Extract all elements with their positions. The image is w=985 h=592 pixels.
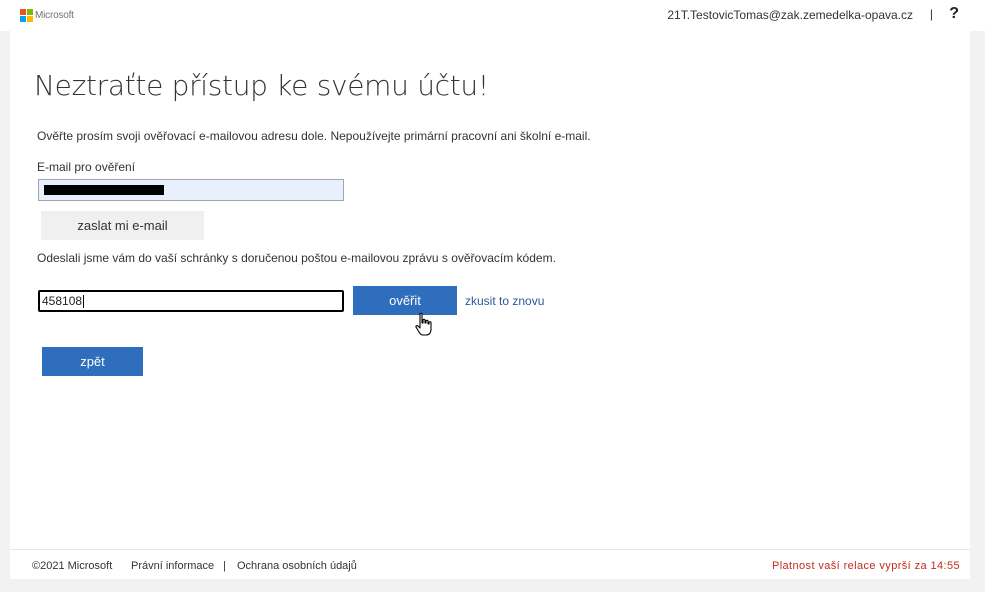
verification-email-input[interactable] (38, 179, 344, 201)
retry-link[interactable]: zkusit to znovu (465, 294, 544, 308)
instructions-text: Ověřte prosím svoji ověřovací e-mailovou… (37, 129, 591, 143)
privacy-link[interactable]: Ochrana osobních údajů (237, 560, 357, 572)
page-title: Neztraťte přístup ke svému účtu! (34, 69, 489, 102)
header-separator: | (929, 7, 933, 21)
copyright: ©2021 Microsoft (32, 560, 113, 572)
back-button[interactable]: zpět (42, 347, 143, 376)
user-email: 21T.TestovicTomas@zak.zemedelka-opava.cz (667, 8, 913, 22)
microsoft-logo-icon (20, 9, 33, 22)
sent-message: Odeslali jsme vám do vaší schránky s dor… (37, 251, 556, 265)
help-button[interactable]: ? (949, 5, 959, 23)
top-bar: Microsoft 21T.TestovicTomas@zak.zemedelk… (0, 0, 985, 31)
microsoft-logo: Microsoft (20, 9, 74, 22)
session-timer: Platnost vaší relace vyprší za 14:55 (771, 560, 960, 572)
email-label: E-mail pro ověření (37, 160, 136, 174)
footer-separator: | (223, 560, 226, 572)
redacted-email (44, 185, 164, 195)
main-panel: Neztraťte přístup ke svému účtu! Ověřte … (10, 31, 970, 549)
verify-button[interactable]: ověřit (353, 286, 457, 315)
logo-text: Microsoft (35, 9, 74, 21)
footer: ©2021 Microsoft Právní informace | Ochra… (10, 549, 970, 579)
legal-info-link[interactable]: Právní informace (131, 560, 214, 572)
code-value: 458108 (42, 294, 83, 308)
verification-code-input[interactable]: 458108 (38, 290, 344, 312)
send-email-button[interactable]: zaslat mi e-mail (41, 211, 204, 240)
hand-pointer-icon (415, 312, 432, 336)
text-caret (83, 294, 85, 308)
